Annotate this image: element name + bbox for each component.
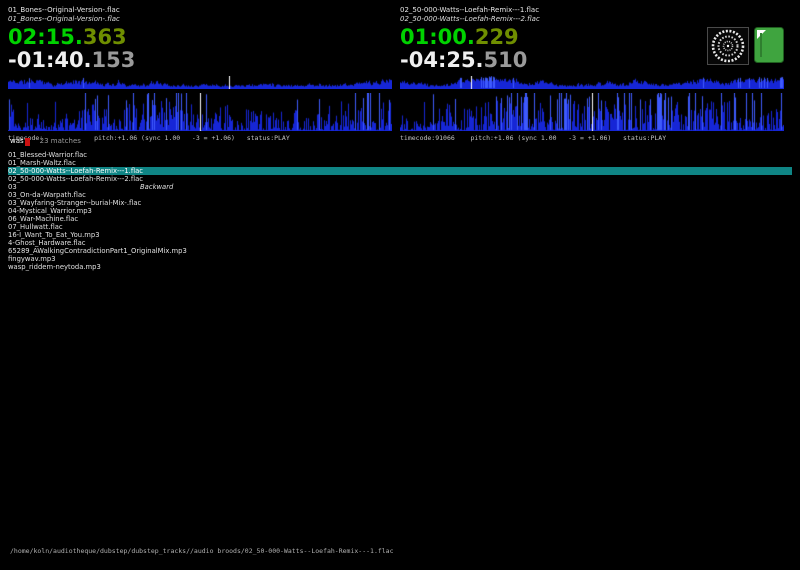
elapsed-frac: 229 <box>474 25 519 49</box>
elapsed-time: 02:15.363 <box>8 26 392 49</box>
remain-main: -04:25. <box>400 48 484 72</box>
corner-icons <box>707 27 784 65</box>
deck-track-artist: 02_50-000-Watts--Loefah-Remix---2.flac <box>400 15 540 23</box>
match-count: 23 matches <box>39 137 81 145</box>
decks-area: 01_Bones--Original-Version-.flac 01_Bone… <box>8 6 784 143</box>
list-item[interactable]: 03 Backward <box>8 183 792 191</box>
track-filename: wasp_riddem-neytoda.mp3 <box>8 263 101 271</box>
track-list[interactable]: 01_Blessed-Warrior.flac 01_Marsh-Waltz.fl… <box>8 151 792 271</box>
close-waveform <box>400 93 784 131</box>
elapsed-frac: 363 <box>82 25 127 49</box>
remaining-time: -01:40.153 <box>8 49 392 72</box>
list-item[interactable]: 02_50-000-Watts--Loefah-Remix---1.flac <box>8 167 792 175</box>
track-filename: 4-Ghost_Hardware.flac <box>8 239 86 247</box>
list-item[interactable]: 03_On-da-Warpath.flac <box>8 191 792 199</box>
list-item[interactable]: 03_Wayfaring-Stranger--burial-Mix-.flac <box>8 199 792 207</box>
deck-status-line: timecode:91066 pitch:+1.06 (sync 1.00 -3… <box>400 134 667 142</box>
search-input[interactable]: was <box>10 137 24 146</box>
track-filename: 03 <box>8 183 17 191</box>
track-filename: 65289_AWalkingContradictionPart1_Origina… <box>8 247 187 255</box>
track-filename: 07_Hullwatt.flac <box>8 223 63 231</box>
track-overview-waveform[interactable] <box>400 76 784 89</box>
deck-left: 01_Bones--Original-Version-.flac 01_Bone… <box>8 6 392 143</box>
list-item[interactable]: 04-Mystical_Warrior.mp3 <box>8 207 792 215</box>
track-filename: 01_Marsh-Waltz.flac <box>8 159 76 167</box>
list-item[interactable]: 01_Blessed-Warrior.flac <box>8 151 792 159</box>
green-indicator-icon <box>754 27 784 63</box>
track-filename: 06_War-Machine.flac <box>8 215 79 223</box>
list-item[interactable]: fingywav.mp3 <box>8 255 792 263</box>
track-filename: fingywav.mp3 <box>8 255 56 263</box>
list-item[interactable]: wasp_riddem-neytoda.mp3 <box>8 263 792 271</box>
timecode-scope-icon <box>707 27 749 65</box>
list-item[interactable]: 01_Marsh-Waltz.flac <box>8 159 792 167</box>
xwax-window: 01_Bones--Original-Version-.flac 01_Bone… <box>0 0 800 570</box>
track-filename: 02_50-000-Watts--Loefah-Remix---1.flac <box>8 167 144 175</box>
elapsed-main: 01:00. <box>400 25 475 49</box>
track-title: Backward <box>140 183 174 191</box>
list-item[interactable]: 65289_AWalkingContradictionPart1_Origina… <box>8 247 792 255</box>
elapsed-main: 02:15. <box>8 25 83 49</box>
track-filename: 03_On-da-Warpath.flac <box>8 191 86 199</box>
list-item[interactable]: 06_War-Machine.flac <box>8 215 792 223</box>
track-filename: 01_Blessed-Warrior.flac <box>8 151 88 159</box>
track-filename: 04-Mystical_Warrior.mp3 <box>8 207 92 215</box>
track-filename: 02_50-000-Watts--Loefah-Remix---2.flac <box>8 175 144 183</box>
status-bar-path: /home/koln/audiotheque/dubstep/dubstep_t… <box>10 547 394 555</box>
green-block <box>754 27 784 63</box>
track-filename: 03_Wayfaring-Stranger--burial-Mix-.flac <box>8 199 142 207</box>
deck-track-artist: 01_Bones--Original-Version-.flac <box>8 15 120 23</box>
remain-frac: 510 <box>483 48 528 72</box>
track-filename: 16-I_Want_To_Eat_You.mp3 <box>8 231 100 239</box>
search-bar[interactable]: was 23 matches <box>10 137 81 146</box>
list-item[interactable]: 4-Ghost_Hardware.flac <box>8 239 792 247</box>
list-item[interactable]: 02_50-000-Watts--Loefah-Remix---2.flac <box>8 175 792 183</box>
list-item[interactable]: 16-I_Want_To_Eat_You.mp3 <box>8 231 792 239</box>
deck-track-name: 02_50-000-Watts--Loefah-Remix---1.flac <box>400 6 540 14</box>
scope-rings <box>711 29 745 63</box>
close-waveform <box>8 93 392 131</box>
track-overview-waveform[interactable] <box>8 76 392 89</box>
remain-main: -01:40. <box>8 48 92 72</box>
deck-track-name: 01_Bones--Original-Version-.flac <box>8 6 120 14</box>
text-cursor-icon <box>24 137 30 146</box>
remain-frac: 153 <box>91 48 136 72</box>
list-item[interactable]: 07_Hullwatt.flac <box>8 223 792 231</box>
